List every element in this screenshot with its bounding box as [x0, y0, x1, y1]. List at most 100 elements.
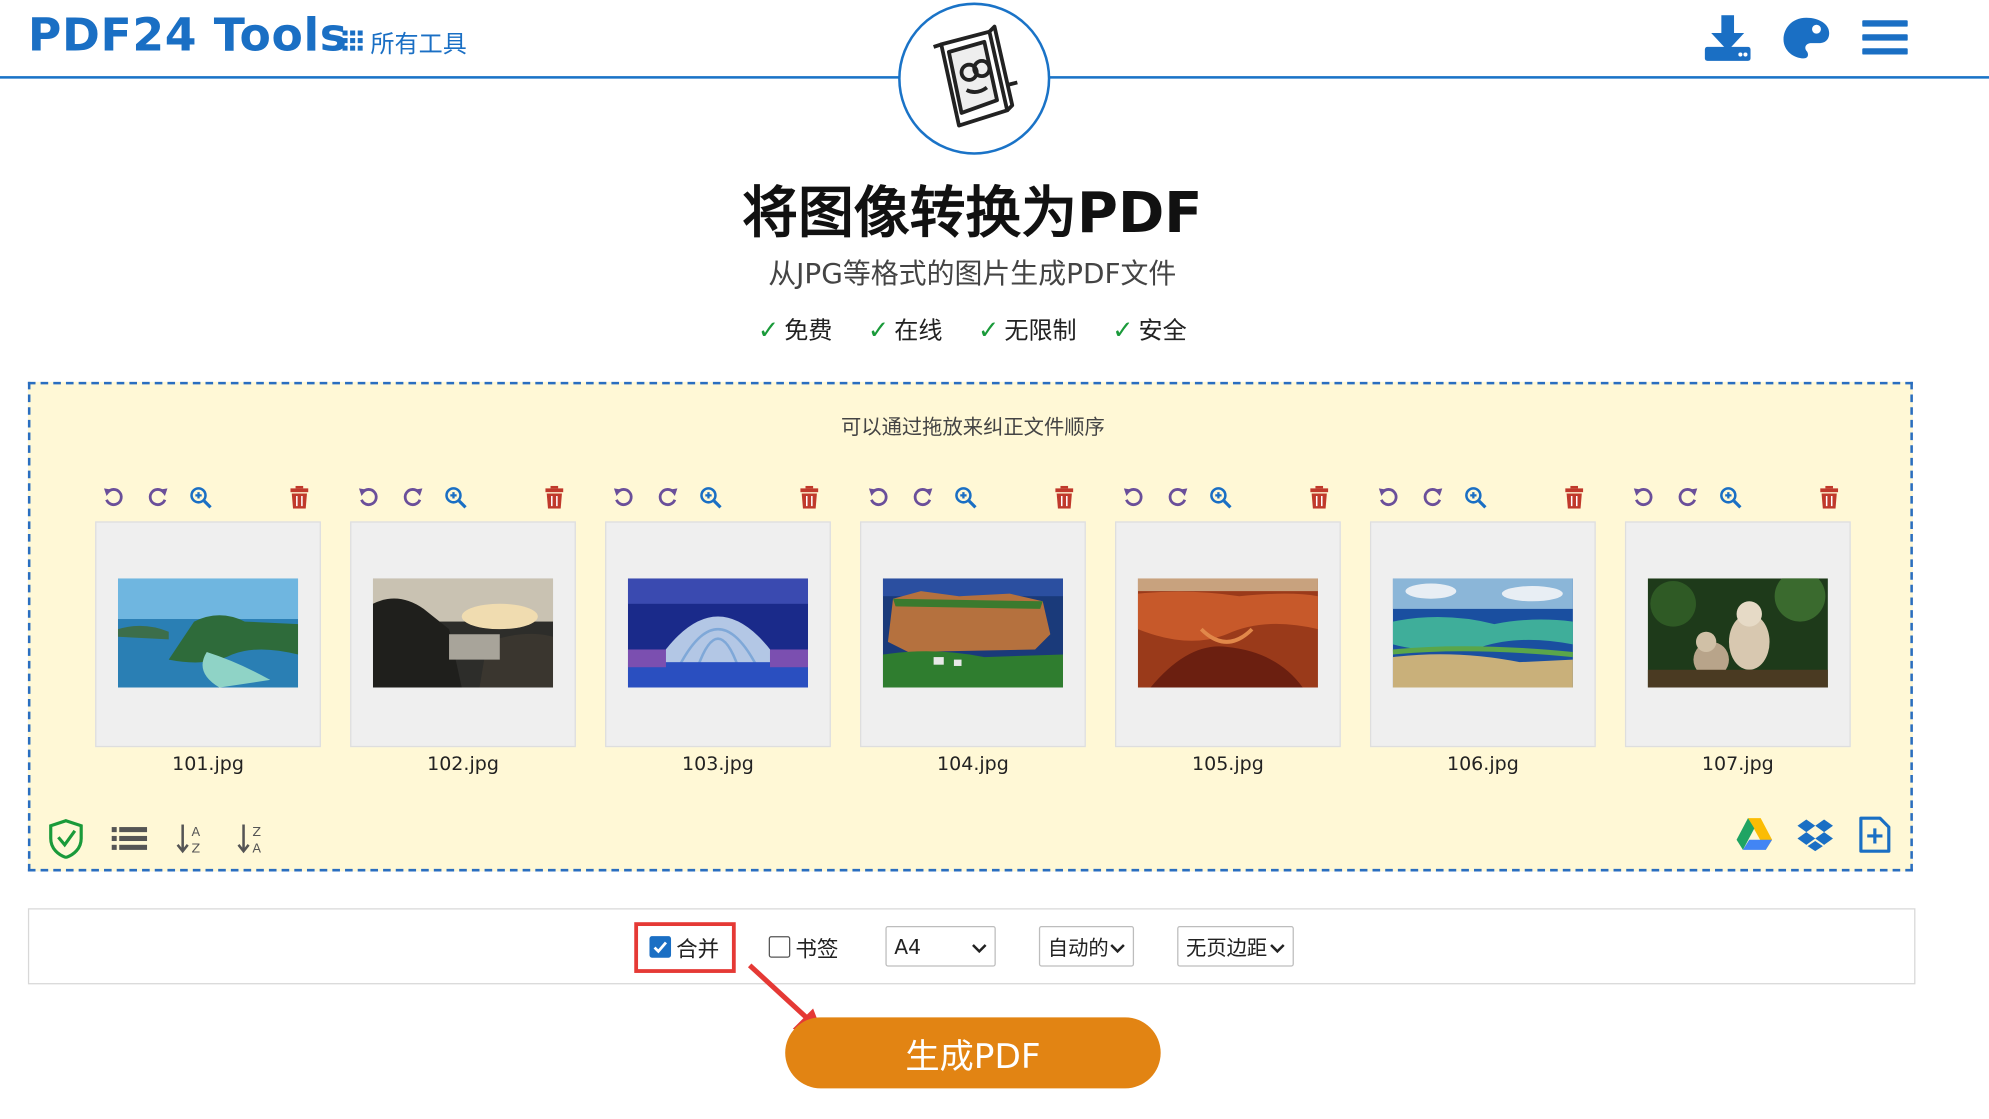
file-card[interactable]: 101.jpg [95, 481, 321, 775]
chevron-down-icon [1270, 934, 1285, 958]
page-subtitle: 从JPG等格式的图片生成PDF文件 [768, 258, 1177, 291]
google-drive-icon[interactable] [1735, 817, 1773, 858]
file-thumbnail[interactable] [605, 521, 831, 748]
rotate-left-icon[interactable] [865, 483, 893, 511]
zoom-in-icon[interactable] [186, 483, 214, 511]
rotate-left-icon[interactable] [355, 483, 383, 511]
brand-logo-text[interactable]: PDF24 Tools [28, 10, 348, 62]
page-size-value: A4 [894, 934, 922, 959]
file-card[interactable]: 102.jpg [350, 481, 576, 775]
rotate-left-icon[interactable] [1375, 483, 1403, 511]
palette-icon[interactable] [1781, 13, 1832, 64]
zoom-in-icon[interactable] [951, 483, 979, 511]
svg-text:Z: Z [192, 840, 201, 855]
thumbnail-image [627, 578, 809, 688]
chevron-down-icon [972, 934, 987, 958]
sort-za-icon[interactable]: ZA [236, 822, 269, 860]
thumbnail-image [1647, 578, 1828, 688]
file-card[interactable]: 106.jpg [1369, 481, 1596, 775]
file-drop-zone[interactable]: 可以通过拖放来纠正文件顺序 101.jpg 102.jpg 103.jpg 104.j… [27, 381, 1913, 872]
trash-icon[interactable] [1815, 483, 1843, 511]
check-icon: ✓ [757, 313, 780, 345]
file-card-toolbar [1370, 481, 1596, 524]
file-card[interactable]: 105.jpg [1115, 481, 1341, 775]
rotate-right-icon[interactable] [1418, 483, 1446, 511]
trash-icon[interactable] [540, 483, 568, 511]
all-tools-link[interactable]: 所有工具 [342, 25, 467, 59]
file-name: 107.jpg [1701, 752, 1774, 776]
rotate-right-icon[interactable] [1673, 483, 1701, 511]
page-size-select[interactable]: A4 [885, 926, 996, 967]
feature-item: ✓ 无限制 [978, 312, 1077, 346]
file-thumbnail[interactable] [1624, 521, 1851, 748]
rotate-right-icon[interactable] [398, 483, 426, 511]
file-thumbnail[interactable] [860, 521, 1086, 748]
file-thumbnail[interactable] [350, 521, 576, 748]
page-title: 将图像转换为PDF [742, 181, 1203, 247]
dropbox-icon[interactable] [1796, 817, 1834, 858]
add-file-icon[interactable] [1857, 816, 1893, 859]
all-tools-label: 所有工具 [370, 30, 467, 59]
margin-select[interactable]: 无页边距 [1177, 926, 1294, 967]
file-card[interactable]: 107.jpg [1624, 481, 1851, 775]
feature-list: ✓ 免费 ✓ 在线 ✓ 无限制 ✓ 安全 [0, 312, 1945, 346]
zoom-in-icon[interactable] [1206, 483, 1234, 511]
file-name: 101.jpg [172, 752, 244, 776]
file-name: 102.jpg [427, 752, 499, 776]
merge-option[interactable]: 合并 [649, 931, 719, 963]
svg-text:Z: Z [252, 824, 261, 839]
thumbnail-image [1392, 578, 1573, 688]
file-name: 106.jpg [1446, 752, 1519, 776]
file-name: 105.jpg [1191, 752, 1264, 776]
rotate-right-icon[interactable] [908, 483, 936, 511]
file-card-toolbar [1115, 481, 1341, 524]
menu-icon[interactable] [1860, 13, 1911, 64]
trash-icon[interactable] [285, 483, 313, 511]
trash-icon[interactable] [795, 483, 823, 511]
file-card-toolbar [95, 481, 321, 524]
feature-item: ✓ 安全 [1112, 312, 1187, 346]
orientation-select[interactable]: 自动的 [1038, 926, 1135, 967]
zoom-in-icon[interactable] [696, 483, 724, 511]
file-thumbnail[interactable] [1115, 521, 1341, 748]
rotate-left-icon[interactable] [100, 483, 128, 511]
download-icon[interactable] [1702, 13, 1753, 64]
check-icon: ✓ [978, 313, 1000, 345]
file-thumbnail[interactable] [1369, 521, 1596, 748]
merge-checkbox[interactable] [649, 936, 672, 958]
rotate-left-icon[interactable] [1630, 483, 1658, 511]
shield-check-icon[interactable] [48, 818, 84, 864]
list-view-icon[interactable] [111, 826, 148, 856]
check-icon: ✓ [867, 313, 890, 345]
rotate-left-icon[interactable] [1120, 483, 1148, 511]
thumbnail-image [117, 578, 299, 688]
rotate-right-icon[interactable] [653, 483, 681, 511]
zoom-in-icon[interactable] [1716, 483, 1744, 511]
file-thumbnail[interactable] [95, 521, 321, 748]
feature-label: 在线 [894, 317, 943, 346]
orientation-value: 自动的 [1047, 936, 1109, 961]
rotate-right-icon[interactable] [1163, 483, 1191, 511]
sort-az-icon[interactable]: AZ [175, 822, 208, 860]
bookmarks-checkbox[interactable] [768, 936, 791, 958]
feature-label: 免费 [784, 317, 833, 346]
rotate-right-icon[interactable] [143, 483, 171, 511]
file-card-toolbar [1625, 481, 1851, 524]
zoom-in-icon[interactable] [441, 483, 469, 511]
trash-icon[interactable] [1050, 483, 1078, 511]
file-card-toolbar [860, 481, 1086, 524]
file-name: 104.jpg [937, 752, 1009, 776]
thumbnail-image [1137, 578, 1318, 688]
file-card[interactable]: 103.jpg [605, 481, 831, 775]
trash-icon[interactable] [1305, 483, 1333, 511]
check-icon: ✓ [1112, 313, 1134, 345]
rotate-left-icon[interactable] [610, 483, 638, 511]
grid-icon [342, 29, 363, 57]
margin-value: 无页边距 [1186, 936, 1268, 961]
trash-icon[interactable] [1560, 483, 1588, 511]
merge-label: 合并 [676, 937, 720, 963]
file-card-toolbar [350, 481, 576, 524]
zoom-in-icon[interactable] [1461, 483, 1489, 511]
generate-pdf-button[interactable]: 生成PDF [785, 1017, 1161, 1089]
file-card[interactable]: 104.jpg [860, 481, 1086, 775]
